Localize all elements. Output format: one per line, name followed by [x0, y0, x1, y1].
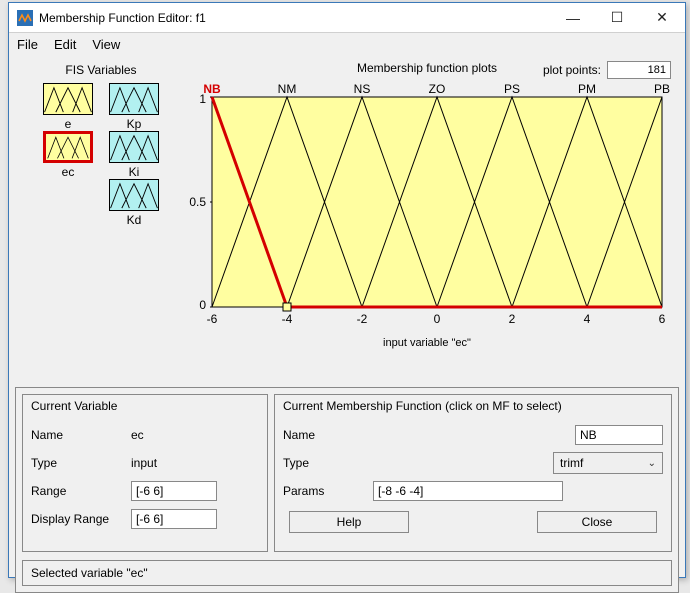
- svg-text:NM: NM: [278, 82, 297, 96]
- svg-text:PB: PB: [654, 82, 670, 96]
- help-button[interactable]: Help: [289, 511, 409, 533]
- svg-text:ZO: ZO: [429, 82, 446, 96]
- svg-text:2: 2: [509, 312, 516, 326]
- svg-text:0: 0: [434, 312, 441, 326]
- var-range-input[interactable]: [131, 481, 217, 501]
- fis-variables-panel: FIS Variables e Kp ec: [31, 63, 171, 227]
- chevron-down-icon: ⌄: [648, 458, 656, 469]
- svg-text:4: 4: [584, 312, 591, 326]
- svg-text:6: 6: [659, 312, 666, 326]
- minimize-button[interactable]: —: [551, 3, 595, 32]
- fis-output-kp[interactable]: Kp: [106, 83, 162, 131]
- svg-text:NS: NS: [354, 82, 371, 96]
- svg-text:0.5: 0.5: [189, 195, 206, 209]
- plot-area: Membership function plots plot points: 0…: [179, 61, 675, 379]
- fis-input-e[interactable]: e: [40, 83, 96, 131]
- svg-text:NB: NB: [203, 82, 221, 96]
- svg-text:-4: -4: [282, 312, 293, 326]
- svg-text:-6: -6: [207, 312, 218, 326]
- menu-view[interactable]: View: [92, 37, 120, 52]
- window-title: Membership Function Editor: f1: [39, 11, 551, 25]
- menu-edit[interactable]: Edit: [54, 37, 76, 52]
- fis-output-ki[interactable]: Ki: [106, 131, 162, 179]
- mf-plot[interactable]: 0 0.5 1 -6 -4 -2 0 2 4: [179, 79, 675, 339]
- status-bar: Selected variable "ec": [22, 560, 672, 586]
- fis-input-ec[interactable]: ec: [40, 131, 96, 179]
- close-button[interactable]: Close: [537, 511, 657, 533]
- plot-title: Membership function plots: [357, 61, 497, 75]
- mf-name-input[interactable]: [575, 425, 663, 445]
- current-mf-panel: Current Membership Function (click on MF…: [274, 394, 672, 552]
- fis-variables-header: FIS Variables: [31, 63, 171, 77]
- close-window-button[interactable]: ✕: [639, 3, 685, 32]
- current-variable-panel: Current Variable Nameec Typeinput Range …: [22, 394, 268, 552]
- svg-text:PS: PS: [504, 82, 520, 96]
- var-display-range-input[interactable]: [131, 509, 217, 529]
- menubar: File Edit View: [9, 33, 685, 55]
- fis-output-kd[interactable]: Kd: [106, 179, 162, 227]
- plot-points-input[interactable]: [607, 61, 671, 79]
- mf-vertex-marker[interactable]: [283, 303, 291, 311]
- maximize-button[interactable]: ☐: [595, 3, 639, 32]
- app-window: Membership Function Editor: f1 — ☐ ✕ Fil…: [8, 2, 686, 578]
- mf-params-input[interactable]: [373, 481, 563, 501]
- plot-points-label: plot points:: [543, 63, 601, 77]
- menu-file[interactable]: File: [17, 37, 38, 52]
- app-icon: [17, 10, 33, 26]
- svg-text:PM: PM: [578, 82, 596, 96]
- var-name-value: ec: [131, 428, 144, 442]
- svg-text:-2: -2: [357, 312, 368, 326]
- var-type-value: input: [131, 456, 157, 470]
- mf-type-select[interactable]: trimf ⌄: [553, 452, 663, 474]
- titlebar[interactable]: Membership Function Editor: f1 — ☐ ✕: [9, 3, 685, 33]
- status-text: Selected variable "ec": [31, 566, 148, 580]
- svg-text:0: 0: [199, 298, 206, 312]
